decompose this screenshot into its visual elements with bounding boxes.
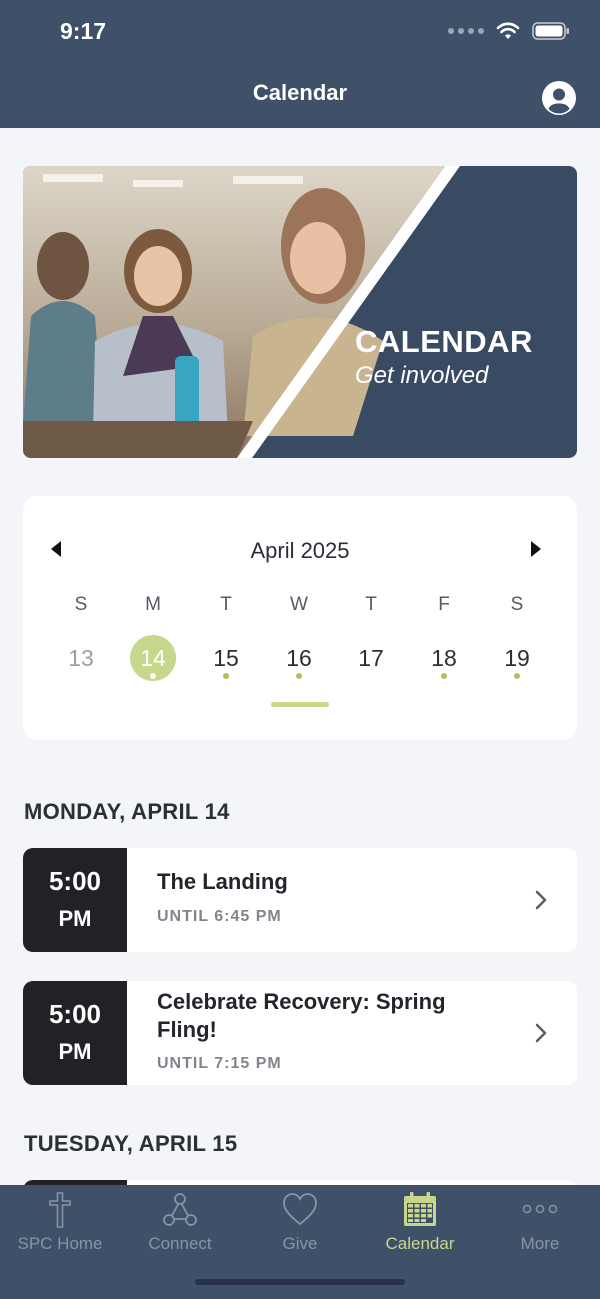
battery-icon <box>532 22 569 40</box>
day-section-header: TUESDAY, APRIL 15 <box>24 1131 238 1156</box>
event-until: UNTIL 7:15 PM <box>157 1055 282 1072</box>
tab-more[interactable]: More <box>480 1185 600 1275</box>
calendar-icon <box>404 1192 436 1226</box>
chevron-right-icon <box>535 890 547 910</box>
more-icon <box>522 1204 558 1214</box>
event-row[interactable]: 5:00 PM The Landing UNTIL 6:45 PM <box>23 848 577 952</box>
event-time-block: 5:00 PM <box>23 848 127 952</box>
day-cell-13[interactable]: 13 <box>51 635 111 683</box>
profile-icon[interactable] <box>542 81 576 115</box>
banner-title: CALENDAR <box>355 324 533 359</box>
tab-calendar[interactable]: Calendar <box>360 1185 480 1275</box>
event-until: UNTIL 6:45 PM <box>157 908 282 925</box>
weekday-label: W <box>290 594 308 615</box>
home-indicator <box>195 1279 405 1285</box>
next-week-arrow-icon[interactable] <box>529 540 543 558</box>
weekday-label: S <box>510 594 524 615</box>
tab-label: Calendar <box>385 1234 455 1253</box>
day-section-header: MONDAY, APRIL 14 <box>24 799 230 824</box>
event-title: The Landing <box>157 869 288 894</box>
event-time: 5:00 <box>48 866 102 896</box>
event-dot <box>296 673 302 679</box>
event-dot <box>514 673 520 679</box>
page-title: Calendar <box>252 80 348 105</box>
event-ampm: PM <box>58 906 92 931</box>
event-ampm: PM <box>58 1039 92 1064</box>
event-dot <box>223 673 229 679</box>
calendar-month-label: April 2025 <box>250 538 350 563</box>
day-cell-17[interactable]: 17 <box>341 635 401 683</box>
status-time: 9:17 <box>60 18 107 44</box>
top-navigation-bar: 9:17 Calendar <box>0 0 600 128</box>
day-number: 17 <box>358 645 384 671</box>
event-dot <box>441 673 447 679</box>
day-cell-18[interactable]: 18 <box>414 635 474 683</box>
chevron-right-icon <box>535 1023 547 1043</box>
wifi-icon <box>496 22 520 39</box>
event-title: Celebrate Recovery: Spring Fling! <box>157 989 446 1042</box>
cross-icon <box>49 1192 71 1228</box>
status-icons <box>448 22 570 40</box>
banner-photo <box>23 166 460 458</box>
tab-give[interactable]: Give <box>240 1185 360 1275</box>
day-cell-16[interactable]: 16 <box>269 635 329 683</box>
cellular-signal-icon <box>448 28 484 34</box>
day-cell-15[interactable]: 15 <box>196 635 256 683</box>
week-expand-handle[interactable] <box>271 702 329 707</box>
connect-icon <box>163 1193 197 1226</box>
day-cell-19[interactable]: 19 <box>487 635 547 683</box>
event-time-block: 5:00 PM <box>23 981 127 1085</box>
day-number: 13 <box>68 645 94 671</box>
calendar-banner[interactable]: CALENDAR Get involved <box>23 166 577 458</box>
tab-label: SPC Home <box>17 1234 103 1253</box>
event-dot <box>150 673 156 679</box>
day-cell-14-selected[interactable]: 14 <box>123 635 183 683</box>
heart-icon <box>283 1193 317 1226</box>
weekday-label: T <box>220 594 232 615</box>
tab-label: Connect <box>148 1234 212 1253</box>
weekday-label: M <box>145 594 161 615</box>
weekday-label: F <box>438 594 450 615</box>
week-calendar: April 2025 S M T W T F S 13 14 15 16 17 … <box>23 496 577 740</box>
event-row[interactable]: 5:00 PM Celebrate Recovery: Spring Fling… <box>23 981 577 1085</box>
tab-label: More <box>520 1234 560 1253</box>
tab-spc-home[interactable]: SPC Home <box>0 1185 120 1275</box>
event-time: 5:00 <box>48 999 102 1029</box>
weekday-label: T <box>365 594 377 615</box>
tab-connect[interactable]: Connect <box>120 1185 240 1275</box>
weekday-label: S <box>74 594 88 615</box>
banner-subtitle: Get involved <box>355 362 489 389</box>
tab-label: Give <box>282 1234 318 1253</box>
